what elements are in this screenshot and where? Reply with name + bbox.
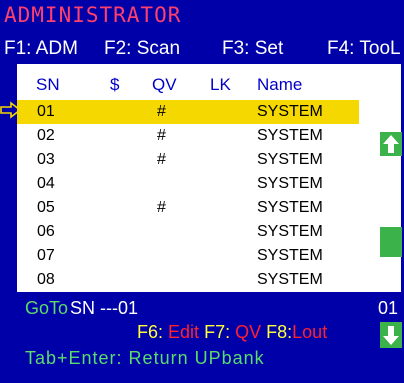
table-row[interactable]: 04 SYSTEM	[17, 172, 359, 196]
server-list-panel: SN $ QV LK Name 01 # SYSTEM 02 # SYSTEM 03 # SYS…	[17, 64, 402, 348]
f1-adm-button[interactable]: F1: ADM	[4, 34, 78, 64]
table-row[interactable]: 08 SYSTEM	[17, 268, 359, 292]
cell-name: SYSTEM	[257, 199, 323, 216]
cell-qv: #	[157, 127, 166, 144]
arrow-down-icon	[383, 326, 399, 345]
f2-scan-button[interactable]: F2: Scan	[104, 34, 180, 64]
cell-sn: 04	[37, 175, 55, 192]
page-number: 01	[378, 298, 399, 318]
goto-label: GoTo	[25, 298, 69, 318]
arrow-up-icon	[383, 135, 399, 153]
table-row[interactable]: 02 # SYSTEM	[17, 124, 359, 148]
cell-sn: 03	[37, 151, 55, 168]
cell-sn: 07	[37, 247, 55, 264]
column-header-dollar: $	[110, 75, 120, 94]
f8-lout-button[interactable]: Lout	[292, 322, 327, 342]
cell-name: SYSTEM	[257, 175, 323, 192]
cell-sn: 02	[37, 127, 55, 144]
hint-text: Tab+Enter: Return UPbank	[25, 348, 265, 368]
function-key-bar: F1: ADM F2: Scan F3: Set F4: TooL	[0, 34, 404, 64]
cell-name: SYSTEM	[257, 103, 323, 120]
selection-pointer-icon	[0, 101, 22, 119]
table-row[interactable]: 06 SYSTEM	[17, 220, 359, 244]
column-header-sn: SN	[36, 75, 60, 94]
goto-sn-input[interactable]: SN ---01	[70, 296, 138, 320]
table-row[interactable]: 07 SYSTEM	[17, 244, 359, 268]
scroll-down-button[interactable]	[380, 322, 402, 348]
cell-sn: 08	[37, 271, 55, 288]
cell-qv: #	[157, 199, 166, 216]
column-header-qv: QV	[152, 75, 177, 94]
cell-name: SYSTEM	[257, 127, 323, 144]
table-row[interactable]: 03 # SYSTEM	[17, 148, 359, 172]
app-title: ADMINISTRATOR	[4, 3, 182, 27]
cell-name: SYSTEM	[257, 223, 323, 240]
f4-tool-button[interactable]: F4: TooL	[327, 34, 401, 64]
shortcut-bar: F6: Edit F7: QV F8:Lout	[137, 320, 327, 344]
f7-key: F7:	[204, 322, 231, 342]
cell-name: SYSTEM	[257, 247, 323, 264]
cell-sn: 01	[37, 103, 55, 120]
f7-qv-button[interactable]: QV	[235, 322, 261, 342]
f3-set-button[interactable]: F3: Set	[222, 34, 283, 64]
scrollbar-thumb[interactable]	[380, 227, 402, 257]
cell-name: SYSTEM	[257, 151, 323, 168]
f6-edit-button[interactable]: Edit	[168, 322, 199, 342]
f8-key: F8:	[266, 322, 293, 342]
f6-key: F6:	[137, 322, 164, 342]
column-header-name: Name	[257, 75, 303, 94]
table-row[interactable]: 05 # SYSTEM	[17, 196, 359, 220]
column-header-lk: LK	[210, 75, 231, 94]
cell-name: SYSTEM	[257, 271, 323, 288]
table-row[interactable]: 01 # SYSTEM	[17, 100, 359, 124]
scroll-up-button[interactable]	[380, 132, 402, 156]
cell-qv: #	[157, 151, 166, 168]
cell-sn: 05	[37, 199, 55, 216]
cell-sn: 06	[37, 223, 55, 240]
cell-qv: #	[157, 103, 166, 120]
